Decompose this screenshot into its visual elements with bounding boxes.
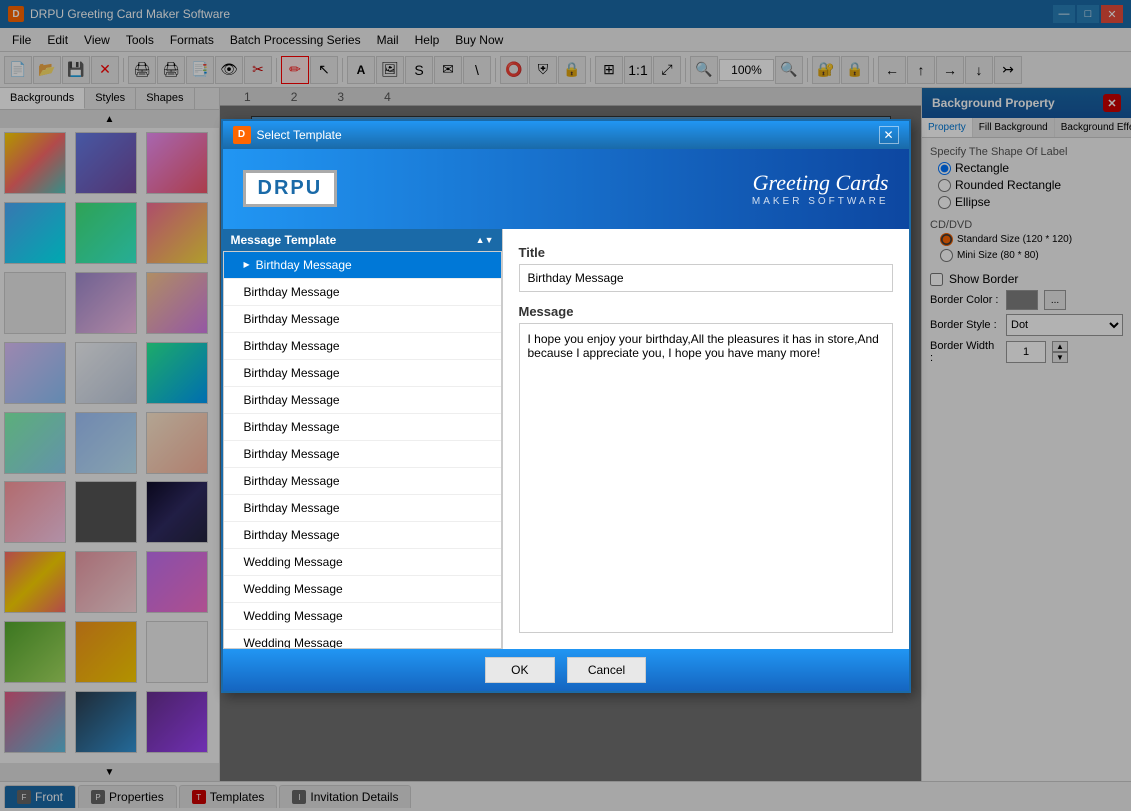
- dialog-body: Message Template ▲▼ ▶ Birthday Message B…: [223, 229, 909, 649]
- dialog-icon: D: [233, 126, 251, 144]
- list-item-text-4: Birthday Message: [244, 366, 340, 380]
- list-item-text-5: Birthday Message: [244, 393, 340, 407]
- drpu-logo-text: DRPU: [258, 177, 323, 200]
- list-item-text-6: Birthday Message: [244, 420, 340, 434]
- list-item-text-1: Birthday Message: [244, 285, 340, 299]
- list-item-text-12: Wedding Message: [244, 582, 343, 596]
- list-item-3[interactable]: Birthday Message: [224, 333, 501, 360]
- dialog-titlebar: D Select Template ✕: [223, 121, 909, 149]
- dialog-footer: OK Cancel: [223, 649, 909, 691]
- ok-button[interactable]: OK: [485, 657, 555, 683]
- list-item-text-8: Birthday Message: [244, 474, 340, 488]
- drpu-logo: DRPU: [243, 170, 338, 207]
- title-input[interactable]: [519, 264, 893, 292]
- list-item-6[interactable]: Birthday Message: [224, 414, 501, 441]
- template-list[interactable]: ▶ Birthday Message Birthday Message Birt…: [223, 251, 502, 649]
- list-item-13[interactable]: Wedding Message: [224, 603, 501, 630]
- list-item-text-2: Birthday Message: [244, 312, 340, 326]
- greeting-cards-branding: Greeting Cards MAKER SOFTWARE: [752, 170, 889, 207]
- list-item-10[interactable]: Birthday Message: [224, 522, 501, 549]
- list-item-text-11: Wedding Message: [244, 555, 343, 569]
- message-section: Message I hope you enjoy your birthday,A…: [519, 304, 893, 633]
- list-item-text-3: Birthday Message: [244, 339, 340, 353]
- list-item-9[interactable]: Birthday Message: [224, 495, 501, 522]
- list-item-1[interactable]: Birthday Message: [224, 279, 501, 306]
- list-item-0[interactable]: ▶ Birthday Message: [224, 252, 501, 279]
- list-item-text-14: Wedding Message: [244, 636, 343, 649]
- list-item-12[interactable]: Wedding Message: [224, 576, 501, 603]
- template-detail-panel: Title Message I hope you enjoy your birt…: [503, 229, 909, 649]
- message-textarea[interactable]: I hope you enjoy your birthday,All the p…: [519, 323, 893, 633]
- list-item-11[interactable]: Wedding Message: [224, 549, 501, 576]
- list-item-text-9: Birthday Message: [244, 501, 340, 515]
- list-scroll-indicator: ▲▼: [476, 235, 494, 245]
- template-list-panel: Message Template ▲▼ ▶ Birthday Message B…: [223, 229, 503, 649]
- list-item-2[interactable]: Birthday Message: [224, 306, 501, 333]
- list-item-14[interactable]: Wedding Message: [224, 630, 501, 649]
- list-column-header: Message Template: [231, 233, 337, 247]
- select-template-dialog: D Select Template ✕ DRPU Greeting Cards …: [221, 119, 911, 693]
- message-field-label: Message: [519, 304, 893, 319]
- list-item-8[interactable]: Birthday Message: [224, 468, 501, 495]
- dialog-close-button[interactable]: ✕: [879, 126, 899, 144]
- list-item-text-7: Birthday Message: [244, 447, 340, 461]
- dialog-overlay: D Select Template ✕ DRPU Greeting Cards …: [0, 0, 1131, 811]
- greeting-cards-text: Greeting Cards: [752, 170, 889, 196]
- list-item-text-13: Wedding Message: [244, 609, 343, 623]
- title-section: Title: [519, 245, 893, 292]
- list-item-text-0: Birthday Message: [256, 258, 352, 272]
- dialog-title: Select Template: [257, 128, 342, 142]
- list-item-text-10: Birthday Message: [244, 528, 340, 542]
- list-arrow-0: ▶: [244, 260, 250, 269]
- greeting-sub-text: MAKER SOFTWARE: [752, 196, 889, 207]
- title-field-label: Title: [519, 245, 893, 260]
- list-item-5[interactable]: Birthday Message: [224, 387, 501, 414]
- dialog-header-banner: DRPU Greeting Cards MAKER SOFTWARE: [223, 149, 909, 229]
- list-item-7[interactable]: Birthday Message: [224, 441, 501, 468]
- list-item-4[interactable]: Birthday Message: [224, 360, 501, 387]
- cancel-button[interactable]: Cancel: [567, 657, 646, 683]
- list-header: Message Template ▲▼: [223, 229, 502, 251]
